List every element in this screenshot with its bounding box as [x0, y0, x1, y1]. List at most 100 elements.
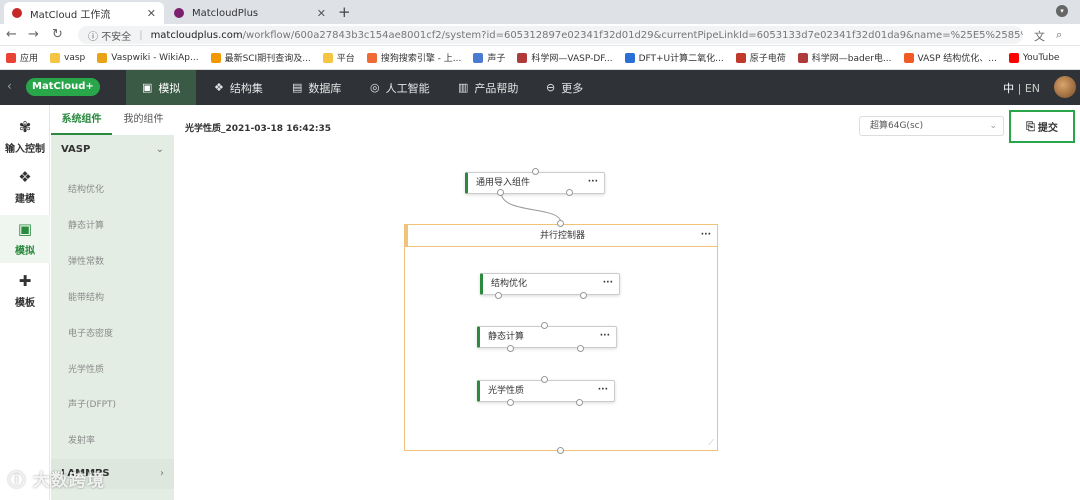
workflow-canvas[interactable]: 光学性质_2021-03-18 16:42:35 超算64G(sc) ⌄ ⎘ 提…	[175, 105, 1080, 500]
node-optical[interactable]: 光学性质 ···	[477, 380, 615, 402]
submit-button[interactable]: ⎘ 提交	[1009, 110, 1075, 143]
output-port[interactable]	[577, 345, 584, 352]
component-static[interactable]: 静态计算	[68, 218, 104, 231]
url-path: /workflow/600a27843b3c154ae8001cf2/syste…	[242, 29, 1023, 41]
bookmark-icon	[473, 52, 484, 63]
bookmark-icon	[322, 52, 333, 63]
component-optical[interactable]: 光学性质	[68, 362, 104, 375]
translate-icon[interactable]: 文	[1034, 28, 1045, 44]
address-bar-row: ← → ↻ ⓘ 不安全 | matcloudplus.com /workflow…	[0, 24, 1080, 46]
component-emissivity[interactable]: 发射率	[68, 433, 95, 446]
tab-my-components[interactable]: 我的组件	[113, 105, 174, 135]
node-relax[interactable]: 结构优化 ···	[480, 273, 620, 295]
output-port[interactable]	[566, 189, 573, 196]
node-menu-icon[interactable]: ···	[600, 326, 610, 346]
nav-ai[interactable]: ◎ 人工智能	[354, 70, 446, 105]
book-icon: ▥	[458, 81, 469, 94]
lang-en[interactable]: EN	[1025, 82, 1040, 95]
browser-tab-matcloudplus[interactable]: MatcloudPlus ✕	[166, 2, 334, 24]
back-icon[interactable]: ←	[6, 27, 17, 42]
new-tab-button[interactable]: +	[338, 3, 351, 21]
bookmark-icon	[735, 52, 746, 63]
cubes-icon: ❖	[18, 168, 32, 186]
node-menu-icon[interactable]: ···	[598, 380, 608, 400]
output-port[interactable]	[507, 345, 514, 352]
matcloud-favicon-icon	[12, 8, 22, 18]
input-port[interactable]	[532, 168, 539, 175]
output-port[interactable]	[497, 189, 504, 196]
browser-tab-bar: MatCloud 工作流 ✕ MatcloudPlus ✕ + ▾	[0, 0, 1080, 24]
input-port[interactable]	[541, 322, 548, 329]
forward-icon[interactable]: →	[28, 27, 39, 42]
nav-product-help[interactable]: ▥ 产品帮助	[442, 70, 534, 105]
security-indicator[interactable]: ⓘ 不安全	[88, 28, 131, 43]
node-static[interactable]: 静态计算 ···	[477, 326, 617, 348]
bookmark-item[interactable]: VASP 结构优化、...	[903, 51, 997, 64]
group-vasp[interactable]: VASP ⌄	[51, 135, 174, 165]
collapse-arrow-icon[interactable]: ‹	[7, 79, 12, 93]
nav-more[interactable]: ⊖ 更多	[530, 70, 599, 105]
component-elastic[interactable]: 弹性常数	[68, 254, 104, 267]
nav-database[interactable]: ▤ 数据库	[276, 70, 357, 105]
avatar[interactable]	[1054, 76, 1076, 98]
sidebar-item-input-control[interactable]: ✾ 输入控制	[0, 115, 50, 161]
container-menu-icon[interactable]: ···	[701, 224, 711, 246]
close-tab-icon[interactable]: ✕	[147, 7, 156, 20]
sidebar-item-template[interactable]: ✚ 模板	[0, 269, 50, 315]
bookmark-label: 搜狗搜索引擎 - 上...	[380, 54, 462, 64]
sidebar-item-modeling[interactable]: ❖ 建模	[0, 165, 50, 211]
bookmark-label: vasp	[64, 52, 86, 63]
node-general-import[interactable]: 通用导入组件 ···	[465, 172, 605, 194]
url-host: matcloudplus.com	[150, 29, 243, 41]
output-port[interactable]	[557, 447, 564, 454]
app-header: ‹ MatCloud+ ▣ 模拟 ❖ 结构集 ▤ 数据库 ◎ 人工智能 ▥ 产品帮助 ⊖ 更…	[0, 70, 1080, 105]
output-port[interactable]	[495, 292, 502, 299]
matcloud-logo[interactable]: MatCloud+	[26, 78, 100, 96]
bookmark-item[interactable]: 应用	[6, 51, 38, 64]
bookmark-item[interactable]: 科学网—bader电...	[797, 51, 892, 64]
bookmark-item[interactable]: DFT+U计算二氧化...	[624, 51, 724, 64]
bookmark-item[interactable]: 科学网—VASP-DF...	[517, 51, 613, 64]
node-menu-icon[interactable]: ···	[588, 172, 598, 192]
bookmark-item[interactable]: vasp	[50, 52, 86, 63]
lang-zh[interactable]: 中	[1003, 82, 1014, 95]
language-switch[interactable]: 中 | EN	[1003, 80, 1040, 96]
tab-system-components[interactable]: 系统组件	[51, 105, 112, 135]
input-port[interactable]	[541, 376, 548, 383]
component-relax[interactable]: 结构优化	[68, 182, 104, 195]
component-tabs: 系统组件 我的组件	[51, 105, 174, 135]
bookmark-item[interactable]: Vaspwiki - WikiAp...	[97, 52, 199, 63]
tab-title: MatCloud 工作流	[30, 9, 111, 21]
bookmark-icon	[903, 52, 914, 63]
bookmark-item[interactable]: 平台	[322, 51, 355, 64]
nav-simulation[interactable]: ▣ 模拟	[126, 70, 197, 105]
resize-handle-icon[interactable]: ⟋	[708, 438, 714, 448]
component-phonon[interactable]: 声子(DFPT)	[68, 397, 116, 410]
close-tab-icon[interactable]: ✕	[317, 7, 326, 20]
component-band[interactable]: 能带结构	[68, 290, 104, 303]
browser-tab-matcloud-workflow[interactable]: MatCloud 工作流 ✕	[4, 2, 164, 24]
parallel-controller-header: 并行控制器 ···	[405, 225, 717, 247]
url-field[interactable]: ⓘ 不安全 | matcloudplus.com /workflow/600a2…	[78, 26, 1023, 44]
table-icon: ▤	[292, 81, 303, 94]
bookmark-item[interactable]: YouTube	[1008, 52, 1059, 63]
output-port[interactable]	[576, 399, 583, 406]
sidebar-item-simulation[interactable]: ▣ 模拟	[0, 215, 50, 263]
lang-separator: |	[1017, 82, 1022, 95]
output-port[interactable]	[507, 399, 514, 406]
node-menu-icon[interactable]: ···	[603, 273, 613, 293]
bookmark-icon	[50, 52, 61, 63]
bookmark-item[interactable]: 搜狗搜索引擎 - 上...	[366, 51, 462, 64]
reload-icon[interactable]: ↻	[52, 27, 63, 42]
output-port[interactable]	[580, 292, 587, 299]
bookmark-item[interactable]: 声子	[473, 51, 505, 64]
component-dos[interactable]: 电子态密度	[68, 326, 113, 339]
chevron-down-icon: ⌄	[989, 121, 997, 131]
input-port[interactable]	[557, 220, 564, 227]
bookmark-item[interactable]: 原子电荷	[735, 51, 786, 64]
search-icon[interactable]: ⌕	[1056, 28, 1062, 42]
queue-select[interactable]: 超算64G(sc) ⌄	[859, 116, 1004, 136]
tab-search-icon[interactable]: ▾	[1056, 5, 1068, 17]
bookmark-item[interactable]: 最新SCI期刊查询及...	[210, 51, 311, 64]
nav-structure-set[interactable]: ❖ 结构集	[198, 70, 279, 105]
